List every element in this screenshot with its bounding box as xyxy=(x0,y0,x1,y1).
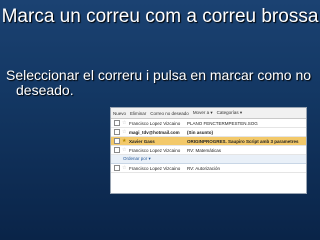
row-from: Xavier Gass xyxy=(129,138,155,144)
toolbar-junk-button[interactable]: Correo no deseado xyxy=(150,111,189,116)
mail-row[interactable]: ☆ magi_tdv@hotmail.com (Sin asunto) xyxy=(111,128,306,137)
toolbar-move-button[interactable]: Mover a ▾ xyxy=(193,110,213,116)
slide-title: Marca un correu com a correu brossa xyxy=(1,6,319,27)
row-checkbox[interactable] xyxy=(114,165,120,171)
mail-list: ☆ Francisco Lopez Vizcaino PLANO FENCTER… xyxy=(111,119,306,173)
star-icon[interactable]: ☆ xyxy=(122,129,128,135)
row-from: Francisco Lopez Vizcaino xyxy=(129,165,181,171)
mail-screenshot: Nuevo Eliminar Correo no deseado Mover a… xyxy=(110,107,307,194)
row-checkbox[interactable] xyxy=(114,138,120,144)
star-icon[interactable]: ☆ xyxy=(122,165,128,171)
row-subject: RV: Matemáticas xyxy=(187,147,222,153)
row-from: Francisco Lopez Vizcaino xyxy=(129,147,181,153)
row-from: Francisco Lopez Vizcaino xyxy=(129,120,181,126)
sort-dropdown[interactable]: Ordenar por ▾ xyxy=(123,156,151,162)
row-subject: (Sin asunto) xyxy=(187,129,213,135)
row-checkbox[interactable] xyxy=(114,129,120,135)
toolbar-delete-button[interactable]: Eliminar xyxy=(130,111,146,116)
row-from: magi_tdv@hotmail.com xyxy=(129,129,180,135)
toolbar-categories-button[interactable]: Categorías ▾ xyxy=(217,110,243,116)
mail-row[interactable]: ☆ Francisco Lopez Vizcaino PLANO FENCTER… xyxy=(111,119,306,128)
mail-row-selected[interactable]: ★ Xavier Gass ORIGINPROGRES. Saupiro Scr… xyxy=(111,137,306,146)
mail-row[interactable]: ☆ Francisco Lopez Vizcaino RV: Matemátic… xyxy=(111,146,306,155)
star-icon[interactable]: ☆ xyxy=(122,120,128,126)
slide-bullet: Seleccionar el correru i pulsa en marcar… xyxy=(6,67,312,98)
mail-toolbar: Nuevo Eliminar Correo no deseado Mover a… xyxy=(111,108,306,119)
row-checkbox[interactable] xyxy=(114,147,120,153)
row-checkbox[interactable] xyxy=(114,120,120,126)
row-subject: RV: Autorización xyxy=(187,165,221,171)
sort-bar: Ordenar por ▾ xyxy=(111,155,306,164)
row-subject: PLANO FENCTERMPESTEN.SOG xyxy=(187,120,258,126)
toolbar-new-button[interactable]: Nuevo xyxy=(113,111,126,116)
mail-row[interactable]: ☆ Francisco Lopez Vizcaino RV: Autorizac… xyxy=(111,164,306,173)
star-icon[interactable]: ☆ xyxy=(122,147,128,153)
star-icon[interactable]: ★ xyxy=(122,138,128,144)
row-subject: ORIGINPROGRES. Saupiro Script amb 3 para… xyxy=(187,138,299,144)
